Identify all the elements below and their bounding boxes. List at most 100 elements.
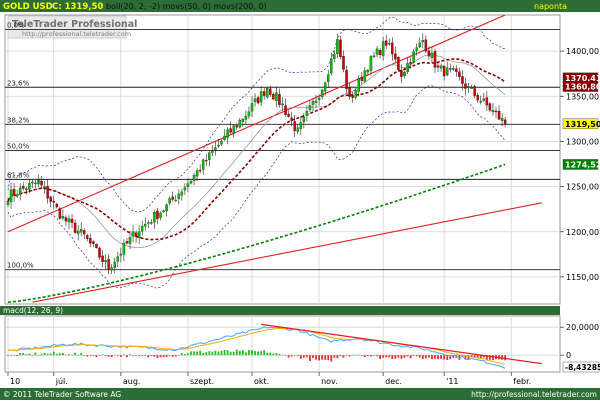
macd-histogram-bar	[379, 355, 381, 359]
candle-body	[18, 187, 22, 195]
price-tag-label: 1274,52	[565, 160, 600, 169]
macd-histogram-bar	[342, 355, 345, 358]
macd-histogram-bar	[132, 355, 134, 356]
candle-body	[211, 151, 214, 153]
macd-histogram-bar	[165, 355, 168, 358]
macd-histogram-bar	[147, 355, 150, 358]
candle-body	[259, 91, 263, 103]
candle-body	[156, 210, 159, 220]
macd-histogram-bar	[65, 354, 67, 356]
fib-level-label: 38,2%	[7, 116, 30, 124]
candle-body	[293, 121, 296, 132]
macd-histogram-bar	[184, 354, 186, 356]
macd-histogram-bar	[83, 355, 86, 356]
macd-histogram-bar	[418, 355, 421, 358]
macd-histogram-bar	[318, 355, 320, 361]
candle-body	[427, 50, 431, 57]
macd-histogram-bar	[110, 355, 113, 358]
macd-histogram-bar	[287, 355, 290, 358]
x-tick-label: szept.	[190, 377, 214, 386]
macd-histogram-bar	[217, 351, 220, 356]
price-label: C: 1319,50	[52, 2, 103, 12]
macd-histogram-bar	[324, 355, 327, 360]
candle-body	[89, 237, 92, 244]
macd-histogram-bar	[400, 355, 403, 359]
indicator-list: boll(20, 2, -2) movs(50, 0) movs(200, 0)	[106, 2, 267, 11]
macd-histogram-bar	[373, 355, 375, 356]
candle-body	[43, 186, 46, 188]
macd-histogram-bar	[95, 355, 98, 358]
candle-body	[497, 110, 501, 120]
candle-body	[159, 212, 162, 218]
candle-body	[275, 92, 278, 102]
candle-body	[125, 241, 129, 244]
candle-body	[52, 200, 56, 203]
macd-histogram-bar	[10, 355, 12, 356]
macd-histogram-bar	[22, 352, 25, 356]
candle-body	[342, 56, 345, 70]
fib-level-label: 23,6%	[7, 79, 30, 87]
candle-body	[217, 144, 220, 147]
macd-histogram-bar	[187, 353, 189, 356]
macd-histogram-bar	[129, 354, 131, 356]
candle-body	[473, 86, 476, 96]
macd-histogram-bar	[370, 355, 372, 357]
macd-histogram-bar	[437, 355, 439, 360]
macd-histogram-bar	[86, 355, 89, 357]
macd-histogram-bar	[205, 352, 208, 356]
candle-body	[485, 97, 489, 106]
candle-body	[400, 70, 403, 77]
macd-histogram-bar	[126, 355, 128, 358]
candle-body	[253, 98, 257, 102]
candlestick	[58, 207, 62, 220]
macd-histogram-bar	[269, 352, 272, 356]
candle-body	[201, 159, 205, 170]
candle-body	[272, 93, 275, 100]
candle-body	[98, 247, 101, 258]
candle-body	[214, 147, 217, 151]
candle-body	[223, 135, 226, 140]
macd-histogram-bar	[159, 355, 162, 358]
candle-body	[122, 242, 126, 255]
candle-body	[137, 231, 141, 239]
candle-body	[183, 187, 187, 191]
macd-histogram-bar	[403, 355, 406, 358]
macd-histogram-bar	[492, 355, 494, 360]
macd-histogram-bar	[443, 355, 446, 360]
chart-svg: GOLD USD C: 1319,50 boll(20, 2, -2) movs…	[0, 0, 600, 400]
candle-body	[448, 68, 452, 70]
macd-histogram-bar	[345, 355, 348, 356]
macd-histogram-bar	[113, 355, 116, 356]
macd-histogram-bar	[49, 353, 52, 356]
candle-body	[430, 52, 434, 58]
candle-body	[76, 230, 80, 234]
candle-body	[287, 113, 290, 117]
macd-histogram-bar	[153, 355, 156, 357]
macd-header	[0, 306, 560, 315]
macd-histogram-bar	[241, 350, 244, 356]
macd-histogram-bar	[440, 355, 442, 359]
macd-plot-area	[4, 315, 561, 373]
macd-histogram-bar	[116, 355, 119, 356]
macd-histogram-bar	[101, 354, 104, 356]
candle-body	[171, 196, 174, 200]
macd-histogram-bar	[34, 352, 37, 356]
candle-body	[467, 86, 470, 89]
x-tick-label: dec.	[385, 377, 402, 386]
x-tick-label: nov.	[321, 377, 338, 386]
candle-body	[58, 208, 62, 219]
macd-histogram-bar	[25, 354, 28, 356]
candle-body	[421, 40, 425, 43]
y-tick-label: 1400,00	[566, 47, 599, 56]
macd-histogram-bar	[123, 354, 125, 356]
macd-histogram-bar	[254, 351, 256, 356]
macd-histogram-bar	[71, 354, 73, 356]
macd-histogram-bar	[28, 353, 31, 356]
candle-body	[491, 110, 495, 113]
macd-histogram-bar	[330, 355, 333, 362]
macd-histogram-bar	[92, 355, 95, 356]
candle-body	[305, 111, 309, 116]
candle-body	[339, 39, 342, 58]
candle-body	[348, 87, 351, 97]
candle-body	[394, 53, 397, 60]
